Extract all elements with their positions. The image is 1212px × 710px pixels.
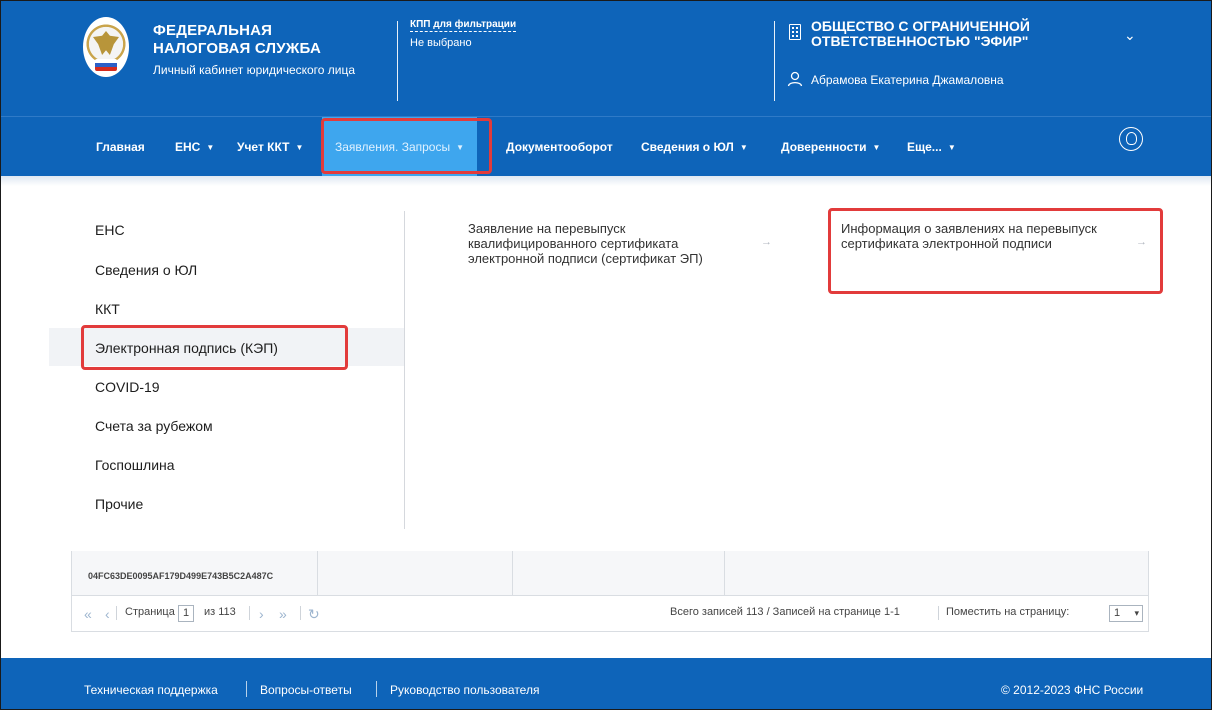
page-label: Страница [125,606,175,618]
caret-down-icon: ▼ [295,142,304,152]
category-other[interactable]: Прочие [95,496,143,512]
footer: Техническая поддержка Вопросы-ответы Рук… [1,658,1211,709]
arrow-right-icon: → [761,236,772,248]
certificate-hash: 04FC63DE0095AF179D499E743B5C2A487C [88,571,274,581]
cell-divider [317,551,318,596]
user-name[interactable]: Абрамова Екатерина Джамаловна [811,73,1004,87]
per-page-label: Поместить на страницу: [946,606,1070,618]
table-row[interactable]: 04FC63DE0095AF179D499E743B5C2A487C [71,551,1149,596]
panel-divider [404,211,405,529]
nav-item-ens[interactable]: ЕНС ▼ [175,117,214,177]
kpp-filter-value[interactable]: Не выбрано [410,37,472,49]
refresh-icon[interactable]: ↻ [308,606,320,623]
footer-separator [376,681,377,697]
eagle-emblem-icon [93,31,119,55]
pager-separator [249,606,250,620]
header: ФЕДЕРАЛЬНАЯ НАЛОГОВАЯ СЛУЖБА Личный каби… [1,1,1211,116]
building-icon [789,24,801,40]
page-number-input[interactable]: 1 [178,605,195,622]
brand-title[interactable]: ФЕДЕРАЛЬНАЯ НАЛОГОВАЯ СЛУЖБА [153,22,353,58]
pagination-bar: « ‹ Страница 1 из 113 › » ↻ Всего записе… [71,596,1149,632]
brand-subtitle: Личный кабинет юридического лица [153,63,356,77]
chevron-down-icon[interactable]: ⌄ [1124,27,1136,44]
nav-shadow [1,176,1211,186]
per-page-select[interactable]: 1 ▾ [1109,605,1143,622]
link-reissue-certificate[interactable]: Заявление на перевыпуск квалифицированно… [468,221,753,266]
nav-item-home[interactable]: Главная [96,117,145,177]
nav-item-more[interactable]: Еще... ▼ [907,117,956,177]
footer-link-user-guide[interactable]: Руководство пользователя [390,683,539,697]
category-foreign-accounts[interactable]: Счета за рубежом [95,418,213,434]
nav-item-kkt[interactable]: Учет ККТ ▼ [237,117,303,177]
records-summary: Всего записей 113 / Записей на странице … [670,606,900,618]
footer-link-faq[interactable]: Вопросы-ответы [260,683,352,697]
app-window: ФЕДЕРАЛЬНАЯ НАЛОГОВАЯ СЛУЖБА Личный каби… [0,0,1212,710]
footer-link-support[interactable]: Техническая поддержка [84,683,218,697]
organization-name[interactable]: ОБЩЕСТВО С ОГРАНИЧЕННОЙ ОТВЕТСТВЕННОСТЬЮ… [811,19,1111,49]
caret-down-icon: ▼ [947,142,956,152]
fns-logo[interactable] [83,17,129,77]
previous-page-icon[interactable]: ‹ [105,606,110,622]
highlight-frame [81,325,348,370]
pager-separator [116,606,117,620]
caret-down-icon: ▼ [739,142,748,152]
header-divider [397,21,398,101]
category-kkt[interactable]: ККТ [95,301,120,317]
pager-separator [300,606,301,620]
header-divider [774,21,775,101]
cell-divider [512,551,513,596]
category-company-info[interactable]: Сведения о ЮЛ [95,262,197,278]
cell-divider [724,551,725,596]
kpp-filter-label[interactable]: КПП для фильтрации [410,19,517,32]
nav-item-powers-of-attorney[interactable]: Доверенности ▼ [781,117,880,177]
highlight-frame [828,208,1163,294]
caret-down-icon: ▼ [206,142,215,152]
flag-icon [95,59,117,71]
page-count: из 113 [204,606,236,618]
category-covid[interactable]: COVID-19 [95,379,160,395]
pager-separator [938,606,939,620]
next-page-icon[interactable]: › [259,606,264,622]
caret-down-icon: ▼ [872,142,881,152]
highlight-frame [321,118,492,174]
first-page-icon[interactable]: « [84,606,92,622]
nav-item-company-info[interactable]: Сведения о ЮЛ ▼ [641,117,748,177]
chevron-down-icon: ▾ [1134,608,1139,618]
footer-separator [246,681,247,697]
dropdown-panel: ЕНС Сведения о ЮЛ ККТ Электронная подпис… [1,186,1211,551]
user-icon [787,71,803,87]
nav-item-documents[interactable]: Документооборот [506,117,613,177]
lightbulb-icon[interactable] [1119,127,1143,151]
main-nav: Главная ЕНС ▼ Учет ККТ ▼ Заявления. Запрос… [1,116,1211,177]
copyright: © 2012-2023 ФНС России [1001,683,1144,697]
category-ens[interactable]: ЕНС [95,222,125,238]
last-page-icon[interactable]: » [279,606,287,622]
category-state-fee[interactable]: Госпошлина [95,457,175,473]
